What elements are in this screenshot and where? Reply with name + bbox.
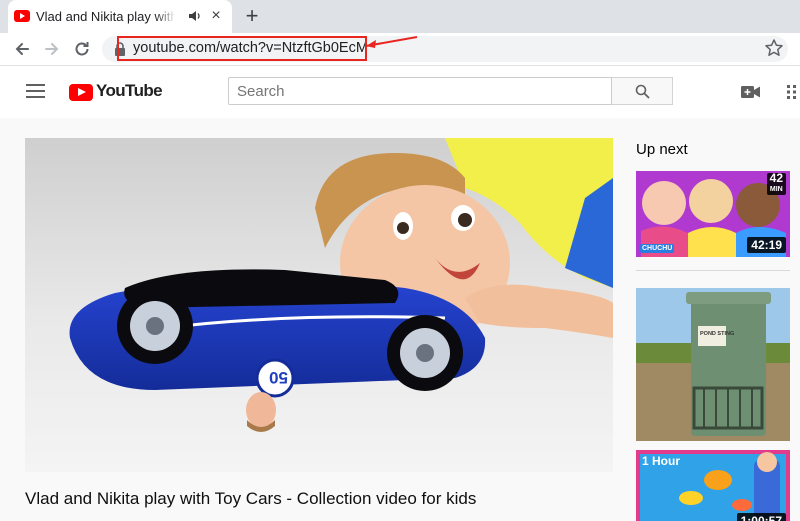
create-video-icon[interactable] xyxy=(741,85,761,99)
tab-title: Vlad and Nikita play with T xyxy=(36,9,176,24)
youtube-favicon-icon xyxy=(14,10,30,22)
tab-close-button[interactable]: × xyxy=(208,7,224,25)
search-icon xyxy=(635,84,650,99)
forward-arrow-icon[interactable] xyxy=(41,38,63,60)
up-next-thumbnail-1[interactable]: 42 MIN 42:19 CHUCHU xyxy=(636,171,790,257)
url-highlight-box xyxy=(117,36,367,61)
video-player[interactable]: 50 xyxy=(25,138,613,472)
channel-logo: CHUCHU xyxy=(640,244,675,253)
back-arrow-icon[interactable] xyxy=(11,38,33,60)
annotation-arrow-icon xyxy=(365,36,418,48)
bookmark-star-icon[interactable] xyxy=(764,38,784,58)
apps-grid-icon[interactable] xyxy=(786,84,800,100)
up-next-thumbnail-2[interactable]: POND STING xyxy=(636,288,790,441)
car-number-label: 50 xyxy=(269,368,288,387)
duration-badge: 42:19 xyxy=(747,237,786,253)
up-next-thumbnail-3[interactable]: 1 Hour 1:00:57 xyxy=(636,450,790,521)
pond-sign-text: POND STING xyxy=(700,331,734,337)
search-input[interactable] xyxy=(228,77,612,105)
up-next-heading: Up next xyxy=(636,141,688,158)
duration-corner-badge: 42 MIN xyxy=(766,172,786,195)
youtube-logo-text[interactable]: YouTube xyxy=(96,81,163,103)
menu-icon[interactable] xyxy=(26,83,46,99)
reload-icon[interactable] xyxy=(71,38,93,60)
video-title: Vlad and Nikita play with Toy Cars - Col… xyxy=(25,489,477,508)
duration-badge: 1:00:57 xyxy=(736,513,786,521)
search-button[interactable] xyxy=(612,77,673,105)
video-frame: 50 xyxy=(25,138,613,472)
divider xyxy=(636,270,790,271)
toy-driver-face xyxy=(246,392,276,428)
thumbnail-caption: 1 Hour xyxy=(642,454,681,468)
new-tab-button[interactable]: + xyxy=(242,5,262,27)
speaker-icon[interactable] xyxy=(188,9,202,23)
youtube-logo-icon[interactable] xyxy=(69,84,93,101)
